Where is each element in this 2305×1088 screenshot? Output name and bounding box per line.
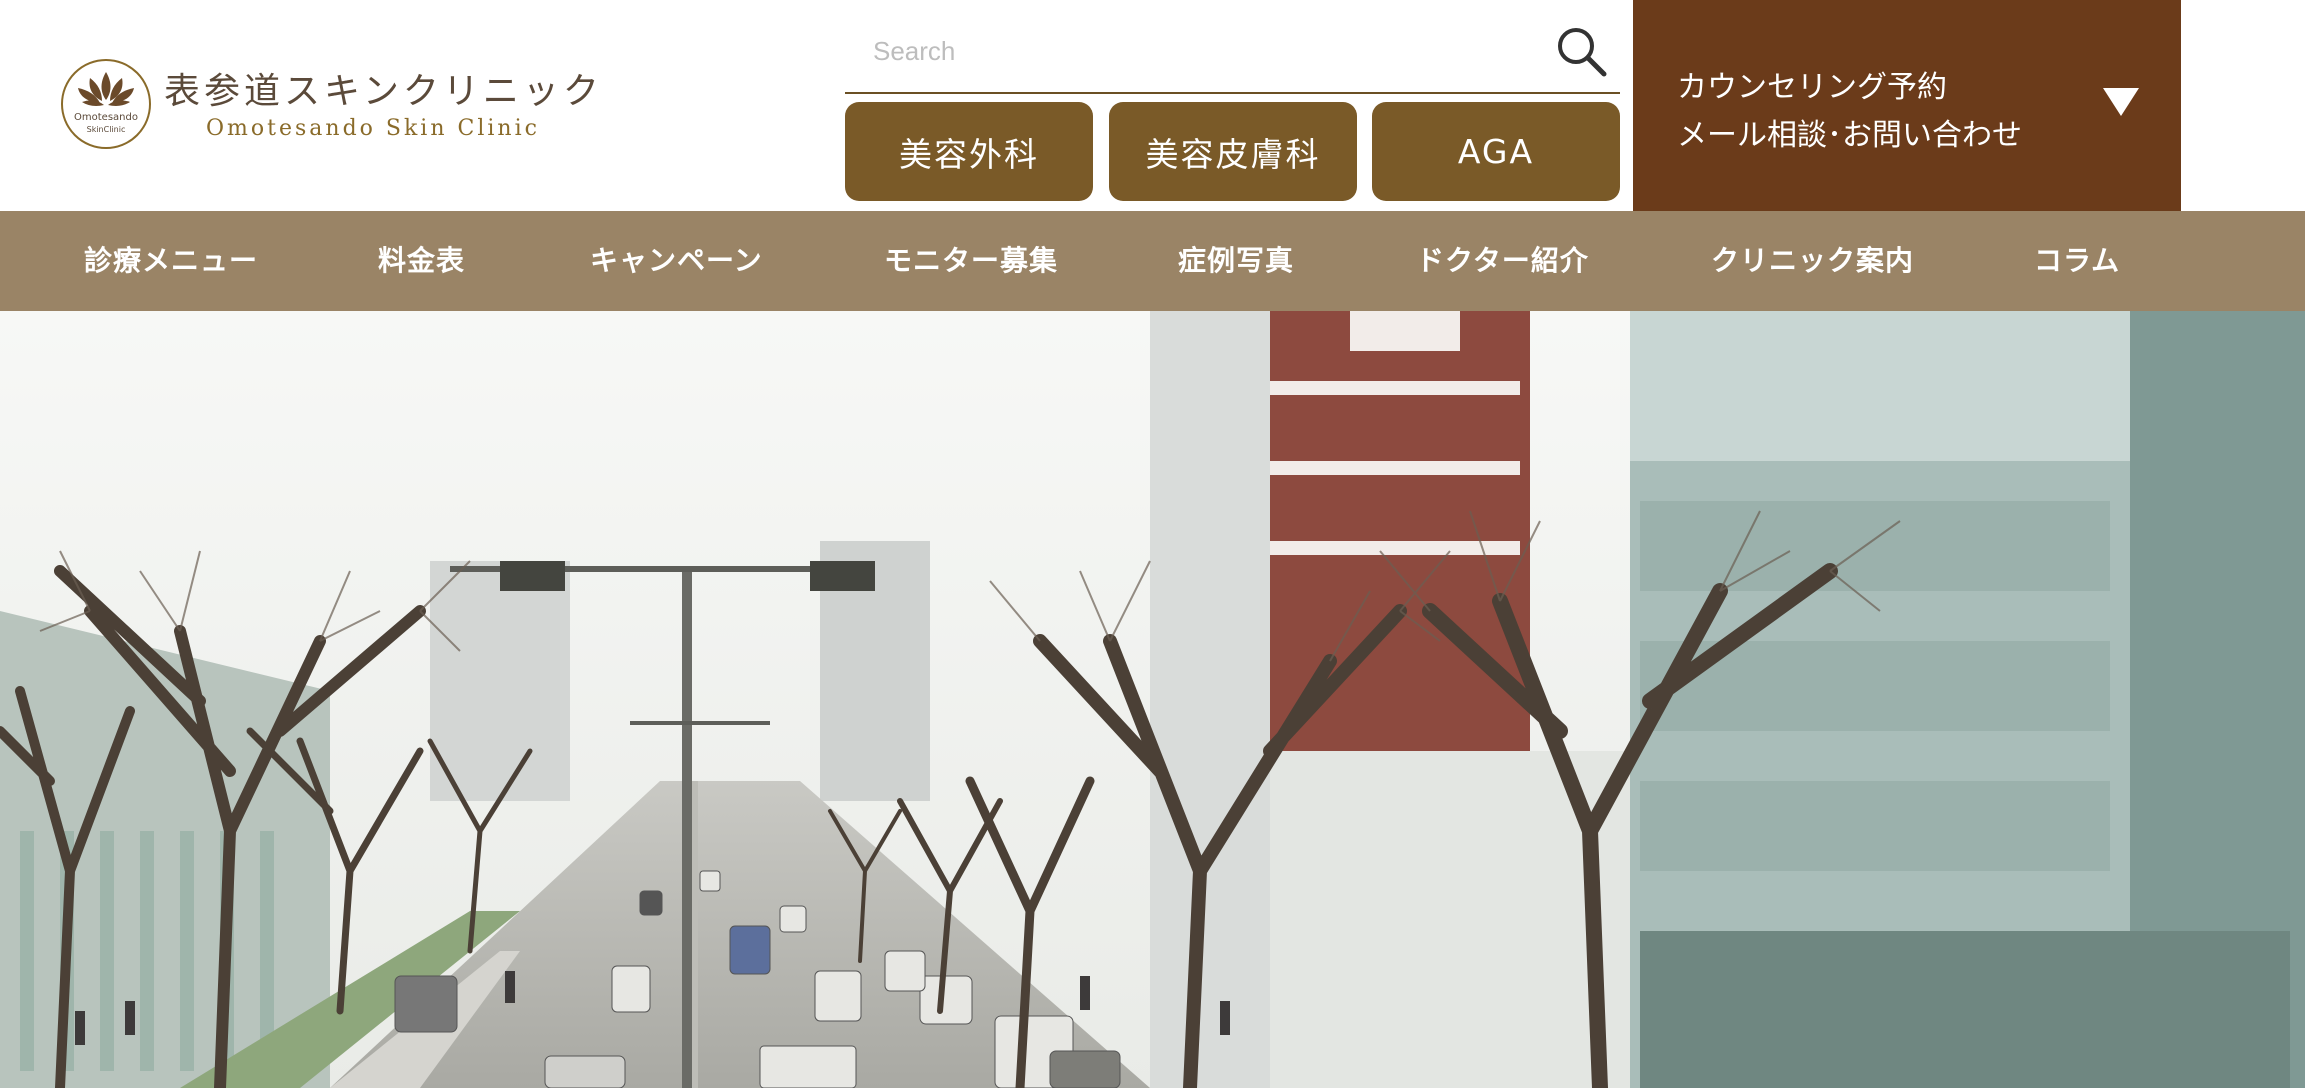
- cta-line-reservation: カウンセリング予約: [1677, 70, 1947, 105]
- triangle-down-icon: [2103, 88, 2139, 116]
- logo-mark-text-1: Omotesando: [74, 112, 138, 123]
- nav-item-doctors[interactable]: ドクター紹介: [1416, 211, 1589, 311]
- hero-street-photo: [0, 311, 2305, 1088]
- main-navigation: 診療メニュー 料金表 キャンペーン モニター募集 症例写真 ドクター紹介 クリニ…: [0, 211, 2305, 311]
- logo-name-jp: 表参道スキンクリニック: [164, 71, 603, 112]
- nav-item-treatment-menu[interactable]: 診療メニュー: [84, 211, 258, 311]
- logo-name-en: Omotesando Skin Clinic: [206, 116, 540, 141]
- street-scene-image: [0, 311, 2305, 1088]
- search-bar: [845, 18, 1620, 94]
- search-icon: [1558, 28, 1607, 77]
- nav-item-clinic-info[interactable]: クリニック案内: [1711, 211, 1914, 311]
- nav-item-column[interactable]: コラム: [2034, 211, 2120, 311]
- tab-cosmetic-surgery[interactable]: 美容外科: [845, 102, 1093, 201]
- cta-line-contact: メール相談･お問い合わせ: [1677, 118, 2022, 153]
- nav-item-price-list[interactable]: 料金表: [378, 211, 465, 311]
- clinic-logo[interactable]: Omotesando SkinClinic 表参道スキンクリニック Omotes…: [60, 58, 599, 154]
- search-button[interactable]: [1554, 24, 1610, 80]
- tab-cosmetic-dermatology[interactable]: 美容皮膚科: [1109, 102, 1357, 201]
- nav-item-case-photos[interactable]: 症例写真: [1178, 211, 1294, 311]
- site-header: Omotesando SkinClinic 表参道スキンクリニック Omotes…: [0, 0, 2305, 211]
- tab-aga[interactable]: AGA: [1372, 102, 1620, 201]
- nav-item-monitor-recruitment[interactable]: モニター募集: [884, 211, 1058, 311]
- counseling-reservation-button[interactable]: カウンセリング予約 メール相談･お問い合わせ: [1633, 0, 2181, 211]
- nav-item-campaign[interactable]: キャンペーン: [590, 211, 763, 311]
- search-input[interactable]: [845, 18, 1525, 84]
- logo-mark-text-2: SkinClinic: [87, 125, 126, 134]
- lotus-logo-icon: Omotesando SkinClinic: [61, 59, 151, 149]
